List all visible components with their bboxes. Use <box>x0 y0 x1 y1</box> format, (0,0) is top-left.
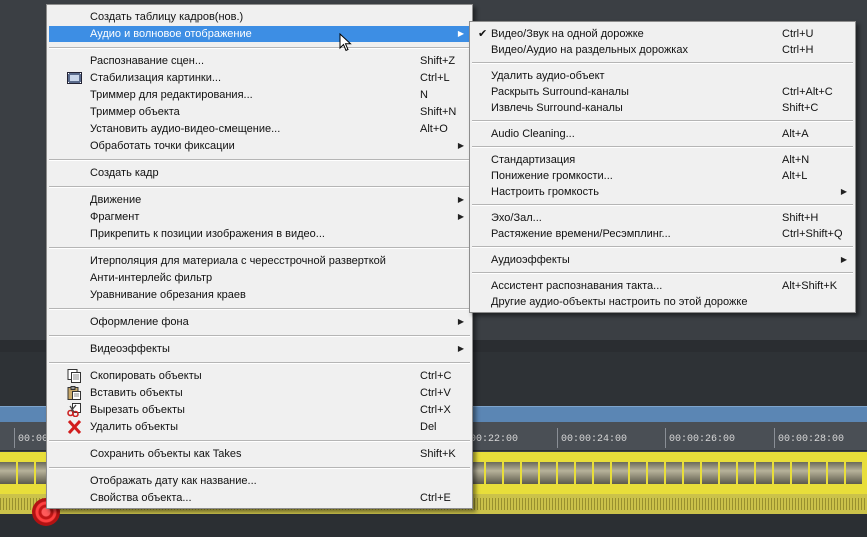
ruler-label: 00:00:24:00 <box>556 428 628 448</box>
menu-item-paste-objects[interactable]: Вставить объекты Ctrl+V <box>49 385 470 401</box>
submenu-arrow-icon: ▶ <box>840 255 847 264</box>
menu-separator <box>472 146 853 148</box>
copy-icon <box>67 369 81 383</box>
submenu-item-lower-volume[interactable]: Понижение громкости... Alt+L <box>472 168 853 184</box>
cut-icon <box>67 403 81 417</box>
menu-item-create-frame[interactable]: Создать кадр <box>49 165 470 181</box>
film-frame <box>18 462 34 484</box>
submenu-item-normalize[interactable]: Стандартизация Alt+N <box>472 152 853 168</box>
menu-item-av-offset[interactable]: Установить аудио-видео-смещение... Alt+O <box>49 121 470 137</box>
submenu-arrow-icon: ▶ <box>457 141 464 150</box>
menu-separator <box>472 62 853 64</box>
submenu-item-echo-reverb[interactable]: Эхо/Зал... Shift+H <box>472 210 853 226</box>
menu-item-delete-objects[interactable]: Удалить объекты Del <box>49 419 470 435</box>
film-frame <box>684 462 700 484</box>
menu-item-cut-objects[interactable]: Вырезать объекты Ctrl+X <box>49 402 470 418</box>
menu-item-stabilization[interactable]: Стабилизация картинки... Ctrl+L <box>49 70 470 86</box>
submenu-item-separate-tracks[interactable]: Видео/Аудио на раздельных дорожках Ctrl+H <box>472 42 853 58</box>
film-frame <box>774 462 790 484</box>
submenu-arrow-icon: ▶ <box>457 212 464 221</box>
menu-item-edge-crop[interactable]: Уравнивание обрезания краев <box>49 287 470 303</box>
paste-icon <box>67 386 81 400</box>
menu-item-interlace-interpolation[interactable]: Итерполяция для материала с чересстрочно… <box>49 253 470 269</box>
ruler-label: 00:00 <box>13 428 49 448</box>
menu-item-video-effects[interactable]: Видеоэффекты ▶ <box>49 341 470 357</box>
submenu-item-timestretch[interactable]: Растяжение времени/Ресэмплинг... Ctrl+Shi… <box>472 226 853 242</box>
submenu-item-audio-cleaning[interactable]: Audio Cleaning... Alt+A <box>472 126 853 142</box>
submenu-item-audio-effects[interactable]: Аудиоэффекты ▶ <box>472 252 853 268</box>
menu-item-object-properties[interactable]: Свойства объекта... Ctrl+E <box>49 490 470 506</box>
menu-separator <box>49 362 470 364</box>
menu-separator <box>472 120 853 122</box>
menu-item-background-design[interactable]: Оформление фона ▶ <box>49 314 470 330</box>
menu-separator <box>472 246 853 248</box>
delete-x-icon <box>67 420 82 434</box>
film-frame <box>756 462 772 484</box>
submenu-item-expand-surround[interactable]: Раскрыть Surround-каналы Ctrl+Alt+C <box>472 84 853 100</box>
film-frame <box>630 462 646 484</box>
menu-item-anchor-points[interactable]: Обработать точки фиксации ▶ <box>49 138 470 154</box>
submenu-item-adjust-volume[interactable]: Настроить громкость ▶ <box>472 184 853 200</box>
submenu-arrow-icon: ▶ <box>457 195 464 204</box>
menu-separator <box>472 204 853 206</box>
submenu-arrow-icon: ▶ <box>457 317 464 326</box>
submenu-arrow-icon: ▶ <box>457 29 464 38</box>
film-frame <box>702 462 718 484</box>
audio-submenu: ✔ Видео/Звук на одной дорожке Ctrl+U Видео… <box>469 21 856 313</box>
context-menu: Создать таблицу кадров(нов.) Аудио и вол… <box>46 4 473 509</box>
film-frame <box>738 462 754 484</box>
ruler-label: 00:00:26:00 <box>664 428 736 448</box>
menu-item-fragment[interactable]: Фрагмент ▶ <box>49 209 470 225</box>
menu-item-date-as-title[interactable]: Отображать дату как название... <box>49 473 470 489</box>
menu-item-attach-position[interactable]: Прикрепить к позиции изображения в видео… <box>49 226 470 242</box>
film-frame <box>540 462 556 484</box>
menu-separator <box>49 440 470 442</box>
film-frame <box>558 462 574 484</box>
menu-separator <box>49 247 470 249</box>
menu-item-motion[interactable]: Движение ▶ <box>49 192 470 208</box>
submenu-item-extract-surround[interactable]: Извлечь Surround-каналы Shift+C <box>472 100 853 116</box>
film-frame <box>792 462 808 484</box>
film-frame <box>486 462 502 484</box>
film-frame <box>612 462 628 484</box>
submenu-arrow-icon: ▶ <box>840 187 847 196</box>
film-frame <box>594 462 610 484</box>
film-frame <box>504 462 520 484</box>
menu-item-save-as-takes[interactable]: Сохранить объекты как Takes Shift+K <box>49 446 470 462</box>
menu-separator <box>49 308 470 310</box>
menu-separator <box>49 186 470 188</box>
film-frame <box>810 462 826 484</box>
film-frame <box>0 462 16 484</box>
menu-item-copy-objects[interactable]: Скопировать объекты Ctrl+C <box>49 368 470 384</box>
film-frame <box>522 462 538 484</box>
menu-separator <box>49 159 470 161</box>
film-frame <box>576 462 592 484</box>
film-frame <box>666 462 682 484</box>
film-frame <box>828 462 844 484</box>
mouse-cursor-icon <box>339 33 352 52</box>
timeline-footer <box>0 514 867 537</box>
submenu-item-beat-assistant[interactable]: Ассистент распознавания такта... Alt+Shif… <box>472 278 853 294</box>
ruler-label: 00:00:28:00 <box>773 428 845 448</box>
film-frame <box>720 462 736 484</box>
film-frame <box>846 462 862 484</box>
film-stabilize-icon <box>67 72 82 84</box>
film-frame <box>648 462 664 484</box>
menu-item-scene-detection[interactable]: Распознавание сцен... Shift+Z <box>49 53 470 69</box>
submenu-arrow-icon: ▶ <box>457 344 464 353</box>
menu-item-create-storyboard[interactable]: Создать таблицу кадров(нов.) <box>49 9 470 25</box>
submenu-item-same-track[interactable]: ✔ Видео/Звук на одной дорожке Ctrl+U <box>472 26 853 42</box>
menu-item-edit-trimmer[interactable]: Триммер для редактирования... N <box>49 87 470 103</box>
submenu-item-align-audio[interactable]: Другие аудио-объекты настроить по этой д… <box>472 294 853 310</box>
submenu-item-delete-audio[interactable]: Удалить аудио-объект <box>472 68 853 84</box>
menu-separator <box>49 47 470 49</box>
checkmark-icon: ✔ <box>478 28 488 40</box>
menu-separator <box>49 467 470 469</box>
menu-separator <box>472 272 853 274</box>
menu-separator <box>49 335 470 337</box>
menu-item-audio-waveform[interactable]: Аудио и волновое отображение ▶ <box>49 26 470 42</box>
menu-item-deinterlace-filter[interactable]: Анти-интерлейс фильтр <box>49 270 470 286</box>
menu-item-object-trimmer[interactable]: Триммер объекта Shift+N <box>49 104 470 120</box>
